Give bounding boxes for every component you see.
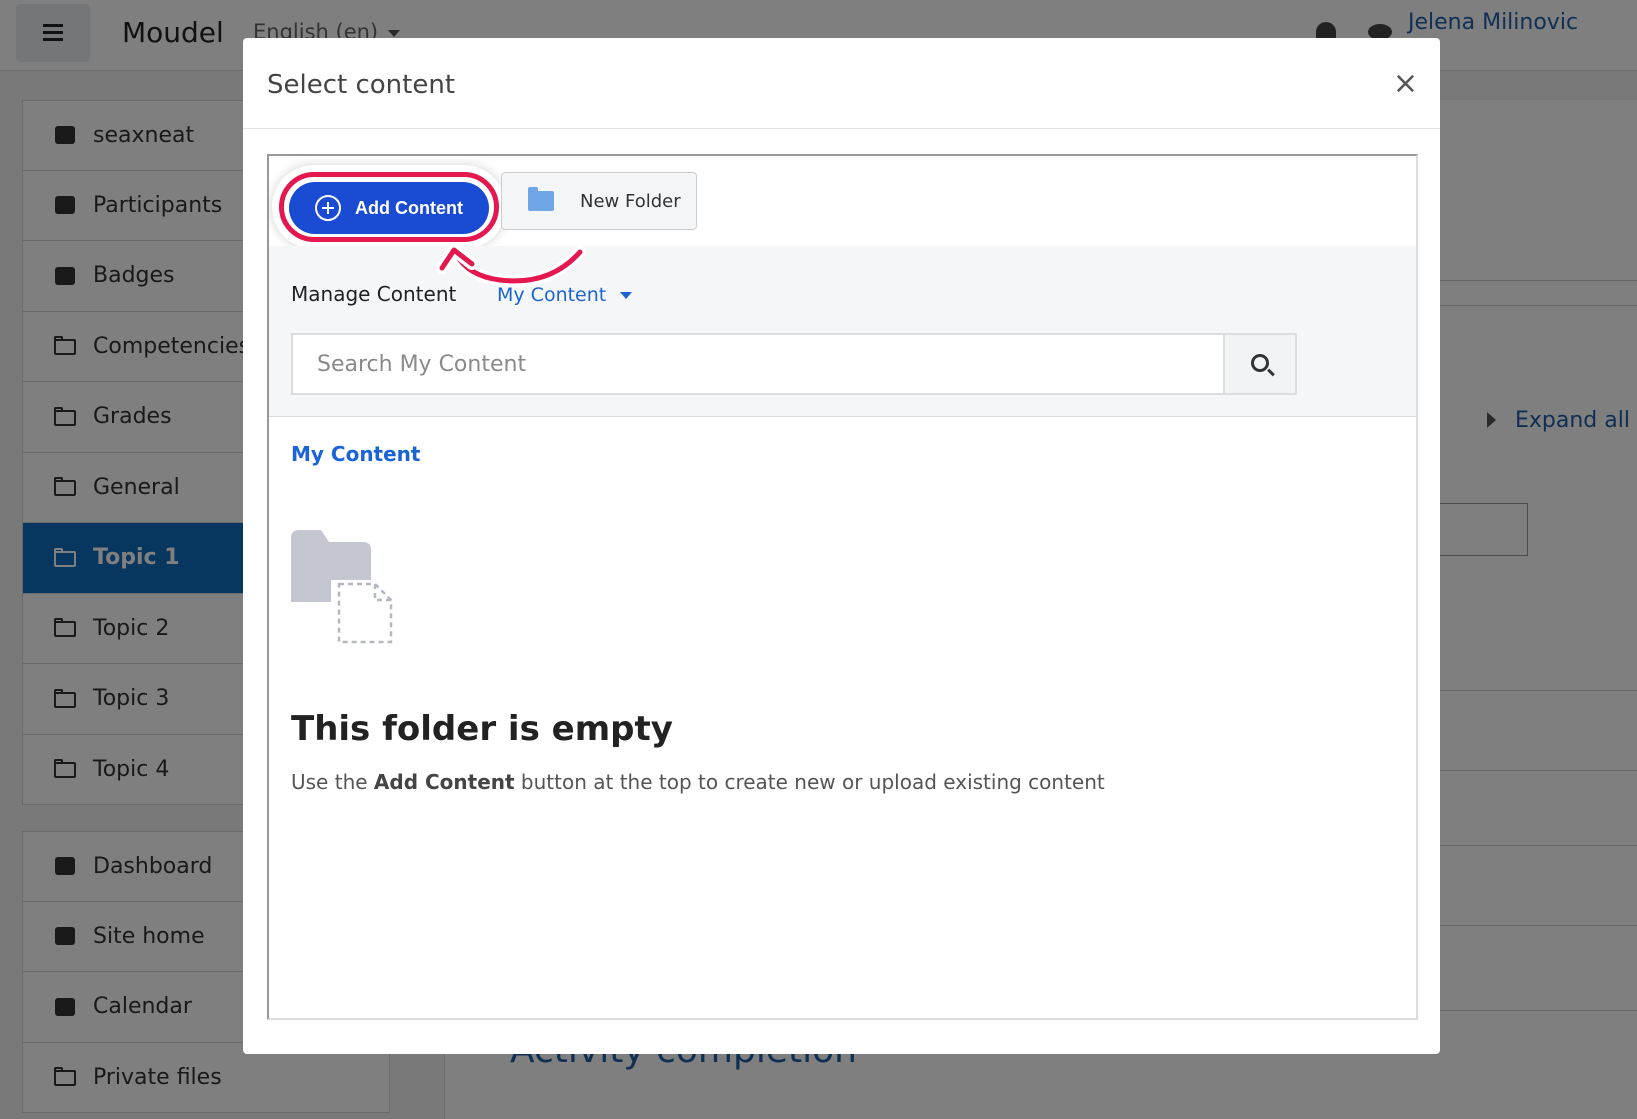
add-content-button[interactable]: Add Content [289, 182, 489, 234]
content-toolbar: Add Content New Folder [269, 156, 1416, 246]
close-icon[interactable]: × [1393, 66, 1418, 101]
folder-lock-icon [528, 187, 554, 211]
breadcrumb[interactable]: My Content [291, 442, 420, 466]
search-icon [1251, 354, 1269, 372]
annotation-arrow [436, 244, 586, 287]
empty-folder-icon [291, 530, 395, 644]
dialog-title: Select content [267, 70, 456, 100]
empty-state-description: Use the Add Content button at the top to… [291, 770, 1105, 794]
divider [243, 128, 1440, 129]
select-content-dialog: Select content × Add Content New Folder … [243, 38, 1440, 1054]
search-button[interactable] [1223, 333, 1297, 395]
new-folder-button[interactable]: New Folder [501, 172, 697, 230]
plus-circle-icon [315, 195, 341, 221]
search-input[interactable] [291, 333, 1223, 395]
caret-down-icon [620, 292, 633, 299]
empty-state-title: This folder is empty [291, 709, 673, 749]
